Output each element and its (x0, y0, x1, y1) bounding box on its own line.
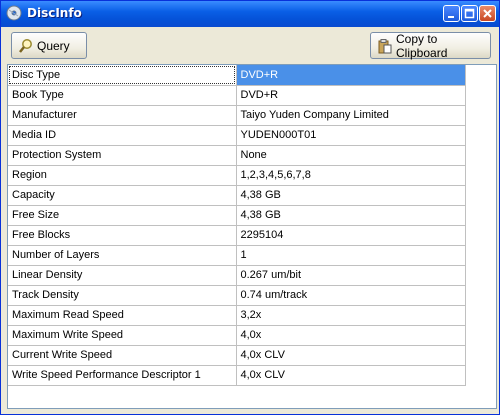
property-name[interactable]: Capacity (8, 185, 237, 206)
property-name[interactable]: Maximum Read Speed (8, 305, 237, 326)
disc-icon (6, 5, 22, 21)
minimize-button[interactable] (443, 5, 460, 22)
property-value[interactable]: 3,2x (236, 305, 466, 326)
minimize-icon (448, 16, 454, 18)
property-value[interactable]: 0.74 um/track (236, 285, 466, 306)
discinfo-window: DiscInfo Query Copy to Clipboard Disc Ty… (0, 0, 500, 415)
property-name[interactable]: Protection System (8, 145, 237, 166)
property-value[interactable]: DVD+R (236, 65, 466, 86)
copy-to-clipboard-button[interactable]: Copy to Clipboard (370, 31, 491, 60)
maximize-button[interactable] (461, 5, 478, 22)
property-name[interactable]: Disc Type (8, 65, 237, 86)
properties-table: Disc Type DVD+R Book Type DVD+R Manufacturer… (8, 65, 466, 386)
close-button[interactable] (479, 5, 496, 22)
property-name[interactable]: Manufacturer (8, 105, 237, 126)
clipboard-icon (377, 38, 393, 54)
property-value[interactable]: 0.267 um/bit (236, 265, 466, 286)
property-value[interactable]: 4,0x CLV (236, 345, 466, 366)
table-row[interactable]: Write Speed Performance Descriptor 1 4,0x… (8, 365, 466, 386)
table-row[interactable]: Media ID YUDEN000T01 (8, 125, 466, 146)
table-row[interactable]: Disc Type DVD+R (8, 65, 466, 86)
query-button[interactable]: Query (11, 32, 87, 59)
table-row[interactable]: Track Density 0.74 um/track (8, 285, 466, 306)
property-name[interactable]: Region (8, 165, 237, 186)
property-value[interactable]: Taiyo Yuden Company Limited (236, 105, 466, 126)
magnifier-icon (18, 38, 34, 54)
property-value[interactable]: 4,0x CLV (236, 365, 466, 386)
property-value[interactable]: 4,0x (236, 325, 466, 346)
table-row[interactable]: Number of Layers 1 (8, 245, 466, 266)
property-value[interactable]: YUDEN000T01 (236, 125, 466, 146)
close-icon (483, 9, 492, 18)
property-name[interactable]: Linear Density (8, 265, 237, 286)
property-value[interactable]: None (236, 145, 466, 166)
table-row[interactable]: Current Write Speed 4,0x CLV (8, 345, 466, 366)
property-name[interactable]: Write Speed Performance Descriptor 1 (8, 365, 237, 386)
property-name[interactable]: Track Density (8, 285, 237, 306)
property-name[interactable]: Media ID (8, 125, 237, 146)
table-row[interactable]: Protection System None (8, 145, 466, 166)
property-value[interactable]: 4,38 GB (236, 205, 466, 226)
maximize-icon (464, 8, 475, 19)
table-row[interactable]: Region 1,2,3,4,5,6,7,8 (8, 165, 466, 186)
table-row[interactable]: Capacity 4,38 GB (8, 185, 466, 206)
table-row[interactable]: Maximum Read Speed 3,2x (8, 305, 466, 326)
disc-properties-grid[interactable]: Disc Type DVD+R Book Type DVD+R Manufacturer… (7, 64, 497, 409)
table-row[interactable]: Book Type DVD+R (8, 85, 466, 106)
table-row[interactable]: Maximum Write Speed 4,0x (8, 325, 466, 346)
property-name[interactable]: Maximum Write Speed (8, 325, 237, 346)
table-row[interactable]: Free Size 4,38 GB (8, 205, 466, 226)
property-value[interactable]: 1 (236, 245, 466, 266)
copy-label: Copy to Clipboard (396, 31, 448, 60)
property-name[interactable]: Free Size (8, 205, 237, 226)
table-row[interactable]: Manufacturer Taiyo Yuden Company Limited (8, 105, 466, 126)
window-title: DiscInfo (27, 6, 82, 20)
property-name[interactable]: Free Blocks (8, 225, 237, 246)
property-name[interactable]: Book Type (8, 85, 237, 106)
property-name[interactable]: Number of Layers (8, 245, 237, 266)
query-label: Query (37, 38, 70, 53)
toolbar: Query Copy to Clipboard (4, 28, 498, 66)
property-name[interactable]: Current Write Speed (8, 345, 237, 366)
property-value[interactable]: 4,38 GB (236, 185, 466, 206)
property-value[interactable]: DVD+R (236, 85, 466, 106)
table-row[interactable]: Free Blocks 2295104 (8, 225, 466, 246)
property-value[interactable]: 1,2,3,4,5,6,7,8 (236, 165, 466, 186)
property-value[interactable]: 2295104 (236, 225, 466, 246)
table-row[interactable]: Linear Density 0.267 um/bit (8, 265, 466, 286)
title-bar[interactable]: DiscInfo (1, 1, 499, 27)
